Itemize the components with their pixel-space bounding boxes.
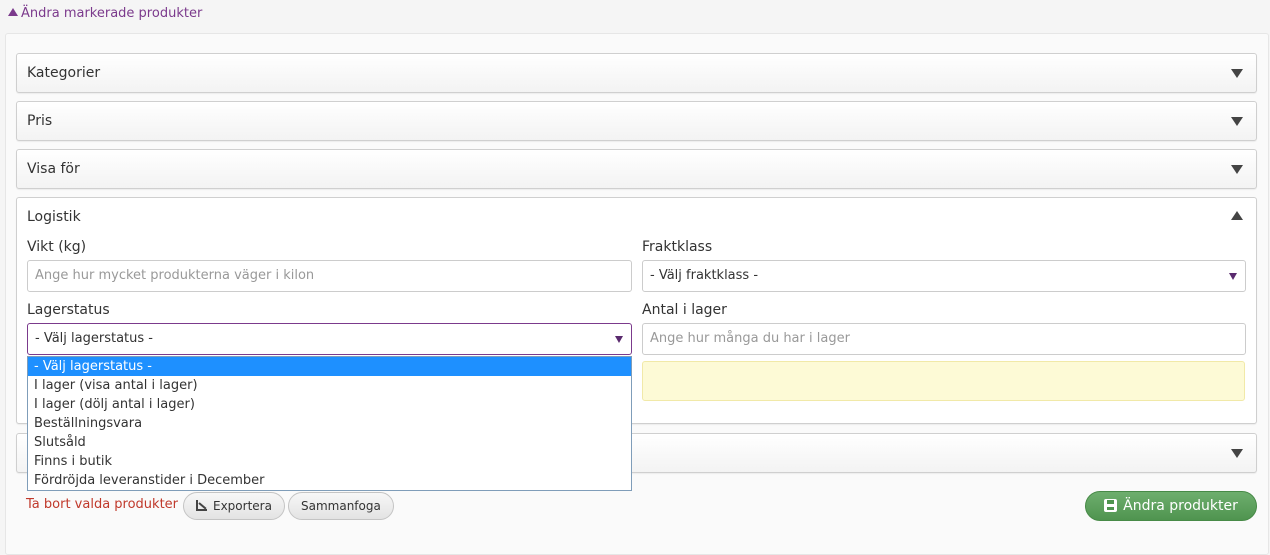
chart-icon [196, 500, 207, 511]
lagerstatus-select[interactable]: - Välj lagerstatus - [27, 323, 632, 355]
vikt-label: Vikt (kg) [27, 239, 87, 255]
panel-pris-title: Pris [27, 113, 53, 129]
chevron-up-icon[interactable] [1231, 211, 1243, 220]
merge-button[interactable]: Sammanfoga [288, 492, 394, 520]
lagerstatus-option[interactable]: Fördröjda leveranstider i December [28, 471, 631, 490]
lagerstatus-option[interactable]: Finns i butik [28, 452, 631, 471]
chevron-down-icon [1231, 117, 1243, 126]
change-products-button[interactable]: Ändra produkter [1085, 491, 1257, 521]
fraktklass-select[interactable]: - Välj fraktklass - [642, 260, 1246, 292]
toggle-edit-selected-label: Ändra markerade produkter [21, 6, 203, 21]
lagerstatus-option[interactable]: I lager (visa antal i lager) [28, 376, 631, 395]
toggle-edit-selected-link[interactable]: Ändra markerade produkter [8, 6, 202, 21]
antal-input[interactable]: Ange hur många du har i lager [642, 323, 1246, 355]
triangle-up-icon [8, 8, 18, 16]
delete-selected-link[interactable]: Ta bort valda produkter [26, 497, 178, 512]
panel-kategorier-title: Kategorier [27, 65, 101, 81]
antal-label: Antal i lager [642, 302, 727, 318]
change-products-label: Ändra produkter [1123, 498, 1238, 514]
merge-label: Sammanfoga [301, 499, 381, 513]
lagerstatus-option[interactable]: Slutsåld [28, 433, 631, 452]
notice-box [642, 361, 1245, 401]
chevron-down-icon [1231, 69, 1243, 78]
vikt-input[interactable]: Ange hur mycket produkterna väger i kilo… [27, 260, 632, 292]
chevron-down-icon [1231, 165, 1243, 174]
panel-visa-for[interactable]: Visa för [16, 149, 1257, 189]
select-arrow-icon [1229, 273, 1237, 280]
panel-kategorier[interactable]: Kategorier [16, 53, 1257, 93]
export-label: Exportera [213, 499, 272, 513]
select-arrow-icon [615, 336, 623, 343]
fraktklass-select-value: - Välj fraktklass - [650, 268, 759, 283]
chevron-down-icon [1231, 449, 1243, 458]
panel-logistik-title: Logistik [27, 209, 81, 225]
lagerstatus-option[interactable]: Beställningsvara [28, 414, 631, 433]
lagerstatus-select-value: - Välj lagerstatus - [35, 331, 153, 346]
lagerstatus-dropdown-list: - Välj lagerstatus - I lager (visa antal… [27, 356, 632, 491]
save-icon [1104, 499, 1118, 512]
panel-visa-for-title: Visa för [27, 161, 80, 177]
lagerstatus-option[interactable]: I lager (dölj antal i lager) [28, 395, 631, 414]
fraktklass-label: Fraktklass [642, 239, 713, 255]
export-button[interactable]: Exportera [183, 492, 285, 520]
lagerstatus-label: Lagerstatus [27, 302, 110, 318]
lagerstatus-option[interactable]: - Välj lagerstatus - [28, 357, 631, 376]
panel-pris[interactable]: Pris [16, 101, 1257, 141]
